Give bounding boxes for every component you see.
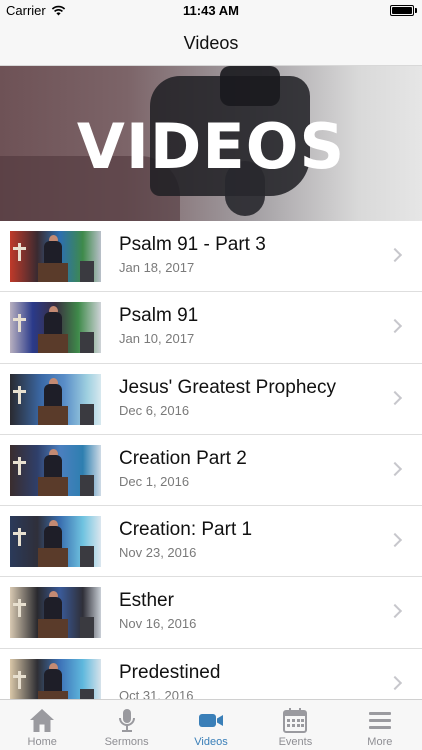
calendar-icon <box>283 708 308 733</box>
chevron-right-icon <box>387 533 403 548</box>
tab-bar: Home Sermons Videos Events More <box>0 699 422 750</box>
videos-hero-banner: VIDEOS <box>0 66 422 221</box>
video-date: Jan 18, 2017 <box>119 260 195 275</box>
video-title: Psalm 91 <box>119 305 199 327</box>
tab-label: Sermons <box>104 736 149 748</box>
battery-icon <box>390 5 414 16</box>
video-date: Jan 10, 2017 <box>119 331 195 347</box>
status-bar: Carrier 11:43 AM <box>0 0 422 22</box>
hero-title: VIDEOS <box>76 110 346 183</box>
page-title: Videos <box>183 33 239 53</box>
video-list-item[interactable]: Creation Part 2 Dec 1, 2016 <box>0 434 422 507</box>
tab-label: Home <box>27 736 57 748</box>
hero-camera-top-shape <box>220 66 280 106</box>
tab-label: More <box>367 736 393 748</box>
video-date: Dec 6, 2016 <box>119 402 190 418</box>
chevron-right-icon <box>387 390 403 405</box>
video-title: Creation Part 2 <box>119 447 247 469</box>
video-thumbnail <box>10 373 101 425</box>
tab-events[interactable]: Events <box>253 700 337 750</box>
microphone-icon <box>118 709 135 732</box>
video-list-item[interactable]: Esther Nov 16, 2016 <box>0 577 422 649</box>
video-list-item[interactable]: Psalm 91 Jan 10, 2017 <box>0 292 422 364</box>
video-date: Nov 16, 2016 <box>119 616 197 632</box>
video-list-item[interactable]: Creation: Part 1 Nov 23, 2016 <box>0 506 422 578</box>
home-icon <box>30 709 55 732</box>
video-list[interactable]: Psalm 91 - Part 3 Jan 18, 2017 Psalm 91 … <box>0 221 422 699</box>
video-thumbnail <box>10 587 101 639</box>
chevron-right-icon <box>387 461 403 476</box>
tab-more[interactable]: More <box>338 700 422 750</box>
video-date: Oct 31, 2016 <box>119 687 194 699</box>
tab-sermons[interactable]: Sermons <box>84 700 168 750</box>
tab-label: Videos <box>194 736 228 748</box>
video-title: Creation: Part 1 <box>119 519 253 541</box>
video-camera-icon <box>199 714 224 727</box>
video-title: Psalm 91 - Part 3 <box>119 234 266 255</box>
video-thumbnail <box>10 516 101 568</box>
chevron-right-icon <box>387 319 403 334</box>
video-list-item[interactable]: Psalm 91 - Part 3 Jan 18, 2017 <box>0 221 422 293</box>
chevron-right-icon <box>387 247 403 263</box>
video-title: Esther <box>119 590 174 612</box>
video-thumbnail <box>10 444 101 496</box>
tab-home[interactable]: Home <box>0 700 84 750</box>
tab-label: Events <box>278 736 313 748</box>
video-title: Predestined <box>119 661 221 683</box>
video-thumbnail <box>10 658 101 699</box>
video-thumbnail <box>10 302 101 354</box>
menu-icon <box>368 712 391 729</box>
status-time: 11:43 AM <box>183 3 239 18</box>
video-list-item[interactable]: Jesus' Greatest Prophecy Dec 6, 2016 <box>0 363 422 435</box>
video-list-item[interactable]: Predestined Oct 31, 2016 <box>0 648 422 699</box>
battery-tip <box>415 8 417 13</box>
video-date: Nov 23, 2016 <box>119 545 197 561</box>
video-date: Dec 1, 2016 <box>119 473 190 489</box>
chevron-right-icon <box>387 675 403 690</box>
chevron-right-icon <box>387 604 403 619</box>
navigation-bar: Videos <box>0 22 422 66</box>
video-title: Jesus' Greatest Prophecy <box>119 376 336 398</box>
tab-videos[interactable]: Videos <box>169 700 253 750</box>
video-thumbnail <box>10 231 101 282</box>
